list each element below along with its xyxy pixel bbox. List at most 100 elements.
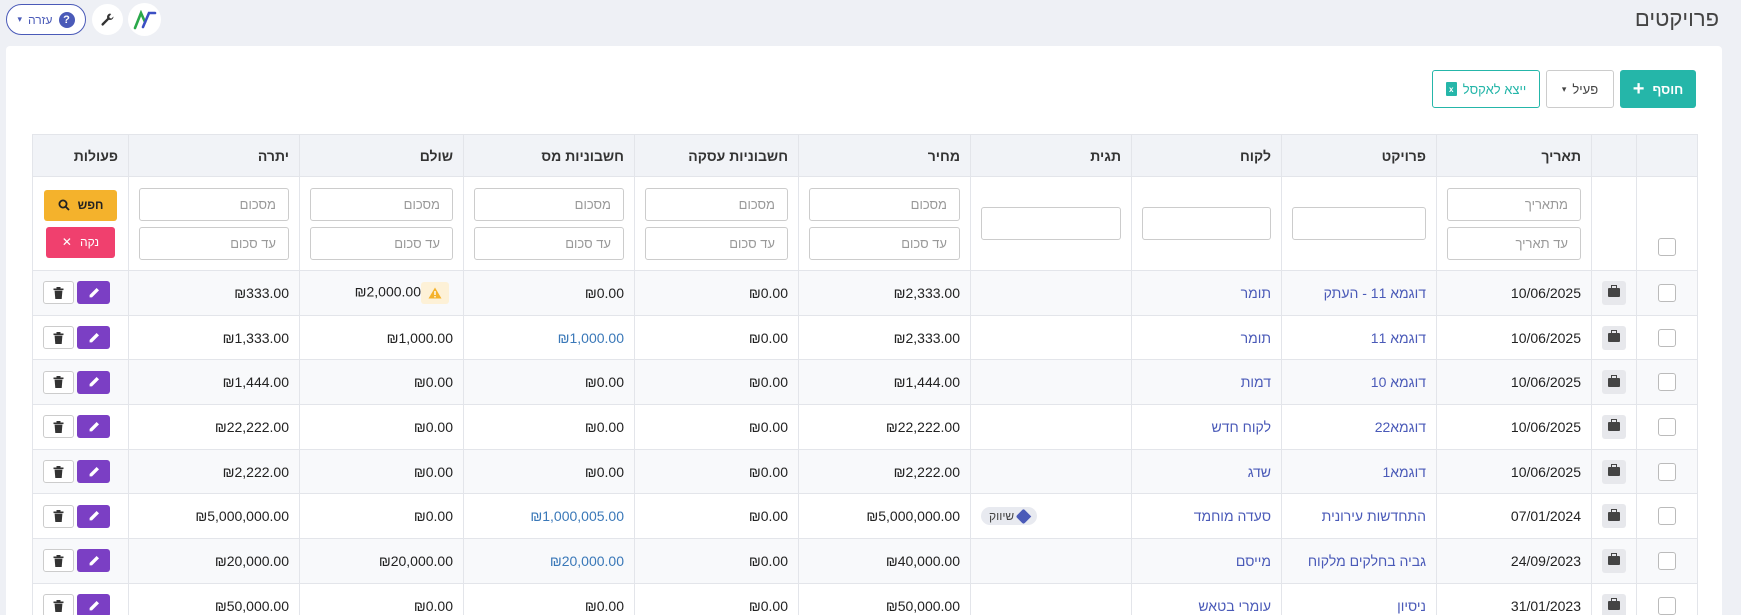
row-client-link[interactable]: לקוח חדש [1212,419,1271,435]
briefcase-icon[interactable] [1602,325,1626,350]
client-filter-input[interactable] [1142,207,1271,240]
balance-from-input[interactable]: מסכום [139,187,289,221]
delete-button[interactable] [43,326,74,350]
price-from-input[interactable]: מסכום [809,187,960,221]
col-date[interactable]: תאריך [1436,134,1592,177]
edit-button[interactable] [77,415,110,439]
tag-filter-input[interactable] [981,207,1121,240]
delete-button[interactable] [43,415,74,439]
settings-button[interactable] [92,4,123,35]
pencil-icon [89,466,99,476]
col-project[interactable]: פרויקט [1281,134,1437,177]
search-button[interactable]: חפש [44,189,117,221]
add-project-button[interactable]: חוסף + [1620,70,1696,108]
row-deal-invoices: ₪0.00 [748,508,788,525]
briefcase-icon[interactable] [1602,593,1626,615]
paid-to-input[interactable]: עד סכום [310,226,453,260]
row-project-link[interactable]: התחדשות עירונית [1322,508,1426,524]
export-excel-button[interactable]: ייצא לאקסל x [1432,70,1540,108]
deal-to-input[interactable]: עד סכום [645,226,788,260]
edit-button[interactable] [77,370,110,394]
edit-button[interactable] [77,549,110,573]
briefcase-icon[interactable] [1602,280,1626,305]
row-client-link[interactable]: מייסם [1236,553,1271,569]
col-price[interactable]: מחיר [798,134,971,177]
col-tag[interactable]: תגית [970,134,1132,177]
briefcase-icon[interactable] [1602,504,1626,529]
briefcase-icon[interactable] [1602,370,1626,395]
status-dropdown[interactable]: פעיל ▾ [1546,70,1614,108]
delete-button[interactable] [43,281,74,305]
delete-button[interactable] [43,504,74,528]
row-project-link[interactable]: גביה בחלקים מלקוח [1308,553,1426,569]
row-checkbox[interactable] [1658,462,1676,481]
row-checkbox[interactable] [1658,283,1676,302]
tag-badge[interactable]: שיווק [981,507,1038,526]
delete-button[interactable] [43,460,74,484]
row-client-link[interactable]: דמות [1241,374,1271,390]
warning-icon[interactable] [421,281,449,304]
col-paid[interactable]: שולם [299,134,464,177]
row-project-link[interactable]: דוגמא1 [1382,464,1426,480]
row-deal-invoices: ₪0.00 [748,284,788,301]
row-checkbox[interactable] [1658,328,1676,347]
row-client-link[interactable]: תומר [1241,285,1271,301]
pencil-icon [89,600,99,611]
date-from-input[interactable]: מתאריך [1447,187,1581,221]
help-label: עזרה [28,12,53,27]
row-checkbox[interactable] [1658,417,1676,436]
row-price: ₪1,444.00 [893,374,960,391]
col-balance[interactable]: יתרה [128,134,300,177]
project-filter-input[interactable] [1292,207,1426,240]
delete-button[interactable] [43,370,74,394]
trash-icon [53,286,64,299]
row-client-link[interactable]: שדג [1248,464,1271,480]
tax-from-input[interactable]: מסכום [474,187,624,221]
briefcase-icon[interactable] [1602,414,1626,439]
row-checkbox[interactable] [1658,596,1676,615]
row-project-link[interactable]: ניסיון [1397,598,1426,614]
col-deal-invoices[interactable]: חשבוניות עסקה [634,134,799,177]
date-to-input[interactable]: עד תאריך [1447,226,1581,260]
plus-icon: + [1632,78,1645,100]
edit-button[interactable] [77,460,110,484]
row-date: 10/06/2025 [1510,374,1581,391]
row-client-link[interactable]: תומר [1241,330,1271,346]
tax-to-input[interactable]: עד סכום [474,226,624,260]
excel-icon: x [1445,82,1457,96]
row-checkbox[interactable] [1658,373,1676,392]
balance-to-input[interactable]: עד סכום [139,226,289,260]
row-project-link[interactable]: דוגמא 11 [1371,330,1426,346]
row-checkbox[interactable] [1658,507,1676,526]
help-button[interactable]: ? עזרה ▾ [6,4,86,35]
col-type [1591,134,1637,177]
price-to-input[interactable]: עד סכום [809,226,960,260]
trash-icon [53,599,64,612]
briefcase-icon[interactable] [1602,548,1626,573]
deal-from-input[interactable]: מסכום [645,187,788,221]
delete-button[interactable] [43,594,74,615]
row-tax-invoices[interactable]: ₪20,000.00 [550,553,624,569]
trash-icon [53,465,64,478]
edit-button[interactable] [77,326,110,350]
col-tax-invoices[interactable]: חשבוניות מס [463,134,635,177]
paid-from-input[interactable]: מסכום [310,187,453,221]
delete-button[interactable] [43,549,74,573]
briefcase-icon[interactable] [1602,459,1626,484]
edit-button[interactable] [77,281,110,305]
col-client[interactable]: לקוח [1131,134,1282,177]
row-tax-invoices[interactable]: ₪1,000.00 [558,330,624,346]
edit-button[interactable] [77,594,110,615]
app-logo[interactable] [128,3,161,36]
status-label: פעיל [1572,81,1599,97]
clear-button[interactable]: נקה ✕ [46,226,115,258]
row-checkbox[interactable] [1658,551,1676,570]
edit-button[interactable] [77,504,110,528]
row-client-link[interactable]: סעדה מוחמד [1194,508,1271,524]
row-project-link[interactable]: דוגמא22 [1375,419,1426,435]
select-all-checkbox[interactable] [1658,238,1676,256]
row-project-link[interactable]: דוגמא 10 [1371,374,1426,390]
row-project-link[interactable]: דוגמא 11 - העתק [1324,285,1426,301]
row-client-link[interactable]: עומרי בטאש [1198,598,1271,614]
row-tax-invoices[interactable]: ₪1,000,005.00 [530,508,624,524]
